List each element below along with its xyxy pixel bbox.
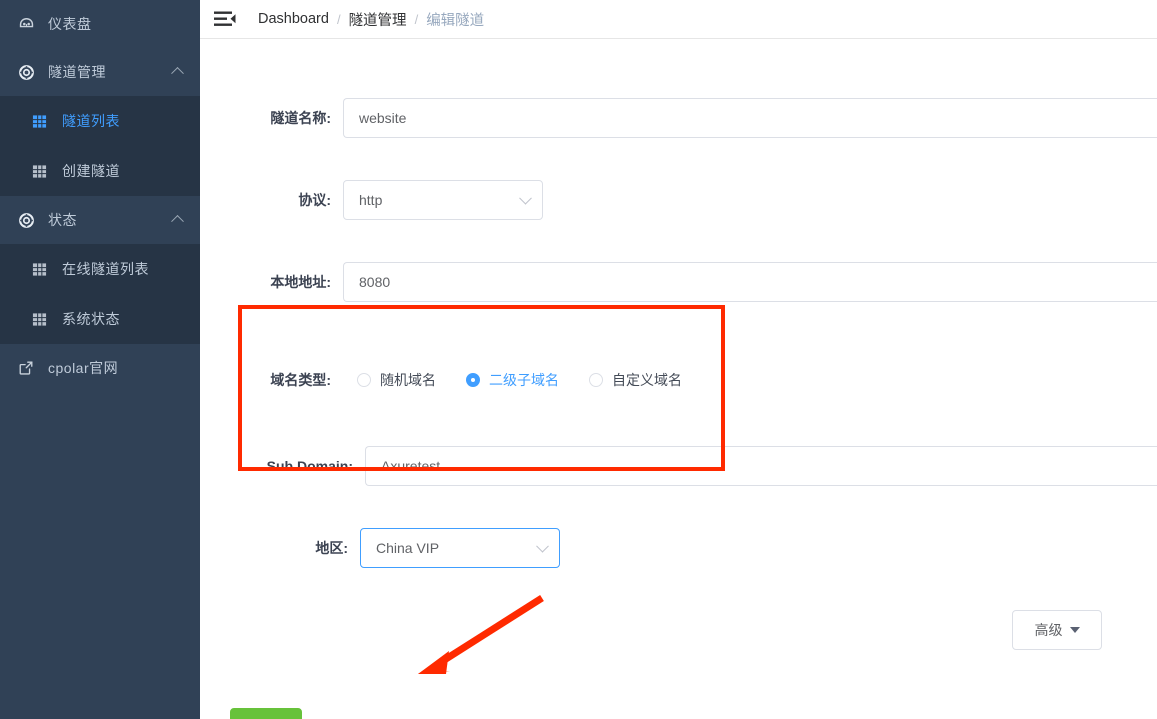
- breadcrumb-item-tunnel-management[interactable]: 隧道管理: [349, 9, 407, 30]
- submenu-tunnel-management: 隧道列表 创建隧道: [0, 96, 200, 196]
- breadcrumb-separator: /: [414, 11, 419, 27]
- radio-label: 二级子域名: [489, 372, 559, 388]
- sidebar-item-label: 系统状态: [62, 311, 120, 327]
- gauge-icon: [14, 14, 38, 34]
- chevron-up-icon: [171, 66, 184, 80]
- sidebar-item-dashboard[interactable]: 仪表盘: [0, 0, 200, 48]
- sidebar-item-label: 创建隧道: [62, 163, 120, 179]
- sidebar-item-cpolar-website[interactable]: cpolar官网: [0, 344, 200, 392]
- radio-random-domain[interactable]: 随机域名: [357, 370, 436, 390]
- protocol-select[interactable]: http: [343, 180, 543, 220]
- local-address-input[interactable]: 8080: [343, 262, 1157, 302]
- chevron-down-icon: [519, 191, 532, 205]
- region-select[interactable]: China VIP: [360, 528, 560, 568]
- advanced-button[interactable]: 高级: [1012, 610, 1102, 650]
- sidebar-item-label: 仪表盘: [48, 16, 92, 32]
- radio-label: 随机域名: [380, 372, 436, 388]
- protocol-select-value: http: [359, 192, 383, 208]
- sub-domain-input[interactable]: Axuretest: [365, 446, 1157, 486]
- sidebar-group-tunnel-management[interactable]: 隧道管理: [0, 48, 200, 96]
- sidebar-group-label: 状态: [48, 212, 77, 228]
- form-row-region: 地区: China VIP: [200, 528, 560, 568]
- region-label: 地区:: [315, 540, 348, 556]
- hamburger-collapse-icon[interactable]: [214, 10, 236, 28]
- sidebar-item-create-tunnel[interactable]: 创建隧道: [0, 146, 200, 196]
- sidebar-item-label: cpolar官网: [48, 360, 119, 376]
- sub-domain-label: Sub Domain:: [266, 458, 353, 474]
- sidebar-item-label: 在线隧道列表: [62, 261, 149, 277]
- tunnel-name-label: 隧道名称:: [270, 110, 331, 126]
- radio-subdomain[interactable]: 二级子域名: [466, 370, 559, 390]
- form-row-tunnel-name: 隧道名称: website: [200, 98, 1157, 138]
- form-row-sub-domain: Sub Domain: Axuretest: [200, 446, 1157, 486]
- protocol-label: 协议:: [298, 192, 331, 208]
- radio-custom-domain[interactable]: 自定义域名: [589, 370, 682, 390]
- domain-type-label: 域名类型:: [270, 372, 331, 388]
- grid-icon: [28, 162, 50, 180]
- sidebar-item-label: 隧道列表: [62, 113, 120, 129]
- breadcrumb-separator: /: [336, 11, 341, 27]
- sidebar-group-label: 隧道管理: [48, 64, 106, 80]
- radio-dot: [466, 373, 480, 387]
- sidebar-group-status[interactable]: 状态: [0, 196, 200, 244]
- region-select-value: China VIP: [376, 540, 440, 556]
- radio-dot: [357, 373, 371, 387]
- breadcrumb: Dashboard / 隧道管理 / 编辑隧道: [258, 9, 484, 30]
- app-root: 仪表盘 隧道管理 隧道列表 创建隧道 状态 在线隧道列表 系统状态 cpolar…: [0, 0, 1157, 719]
- chevron-down-icon: [536, 539, 549, 553]
- buoy-icon: [14, 62, 38, 82]
- form-row-protocol: 协议: http: [200, 180, 543, 220]
- caret-down-icon: [1069, 627, 1080, 633]
- update-button[interactable]: 更新: [230, 708, 302, 719]
- local-address-label: 本地地址:: [270, 274, 331, 290]
- grid-icon: [28, 260, 50, 278]
- submenu-status: 在线隧道列表 系统状态: [0, 244, 200, 344]
- tunnel-name-input[interactable]: website: [343, 98, 1157, 138]
- grid-icon: [28, 310, 50, 328]
- domain-type-radio-group: 随机域名 二级子域名 自定义域名: [357, 370, 682, 390]
- breadcrumb-item-dashboard[interactable]: Dashboard: [258, 11, 329, 27]
- grid-icon: [28, 112, 50, 130]
- buoy-icon: [14, 210, 38, 230]
- advanced-button-label: 高级: [1034, 622, 1063, 638]
- main-content: Dashboard / 隧道管理 / 编辑隧道 隧道名称: website 协议…: [200, 0, 1157, 719]
- sidebar-item-tunnel-list[interactable]: 隧道列表: [0, 96, 200, 146]
- sidebar-item-online-tunnel-list[interactable]: 在线隧道列表: [0, 244, 200, 294]
- sidebar-item-system-status[interactable]: 系统状态: [0, 294, 200, 344]
- navbar: Dashboard / 隧道管理 / 编辑隧道: [200, 0, 1157, 39]
- radio-label: 自定义域名: [612, 372, 682, 388]
- radio-dot: [589, 373, 603, 387]
- annotation-arrow: [418, 595, 544, 674]
- form-row-local-address: 本地地址: 8080: [200, 262, 1157, 302]
- chevron-up-icon: [171, 214, 184, 228]
- external-link-icon: [14, 358, 38, 378]
- breadcrumb-item-edit-tunnel: 编辑隧道: [426, 12, 485, 29]
- form-row-domain-type: 域名类型: 随机域名 二级子域名 自定义域名: [200, 370, 682, 390]
- sidebar: 仪表盘 隧道管理 隧道列表 创建隧道 状态 在线隧道列表 系统状态 cpolar…: [0, 0, 200, 719]
